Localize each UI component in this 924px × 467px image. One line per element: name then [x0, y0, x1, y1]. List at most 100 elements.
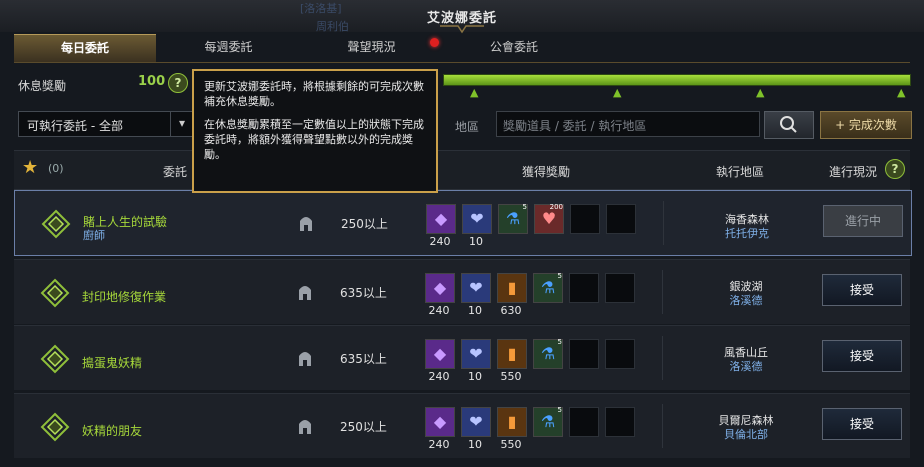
- header-location: 執行地區: [716, 165, 765, 179]
- status-help-icon[interactable]: ?: [885, 159, 905, 179]
- search-icon: [780, 116, 797, 133]
- reward-grade: 5: [557, 406, 562, 414]
- heart-item-icon: ❤: [469, 344, 483, 363]
- tab-weekly[interactable]: 每週委託: [156, 34, 301, 61]
- purple-item-icon: ◆: [434, 209, 448, 228]
- helmet-icon: [299, 352, 311, 366]
- heart-item-icon: ❤: [470, 209, 484, 228]
- item-level-requirement: 635以上: [340, 352, 387, 366]
- empty-reward-slot: [570, 204, 600, 234]
- rest-reward-label: 休息獎勵: [18, 79, 67, 93]
- quest-emblem-icon: [40, 278, 70, 308]
- favorite-star-icon[interactable]: ★: [22, 157, 38, 178]
- reward-item[interactable]: ⚗ 5: [533, 338, 563, 369]
- heart-item-icon: ❤: [469, 412, 483, 431]
- accept-button[interactable]: 接受: [822, 340, 902, 372]
- reward-count: 240: [429, 235, 451, 248]
- tab-daily[interactable]: 每日委託: [14, 34, 156, 62]
- table-header: [14, 150, 910, 190]
- reward-item[interactable]: ▮: [497, 407, 527, 437]
- search-button[interactable]: [764, 111, 814, 139]
- purple-item-icon: ◆: [433, 278, 447, 297]
- notification-dot-icon: [430, 38, 439, 47]
- reward-item[interactable]: ❤: [462, 204, 492, 234]
- search-placeholder: 獎勵道具 / 委託 / 執行地區: [503, 119, 647, 133]
- empty-reward-slot: [569, 273, 599, 303]
- heart-item-icon: ❤: [469, 278, 483, 297]
- quest-emblem-icon: [41, 209, 71, 239]
- rest-help-icon[interactable]: ?: [168, 73, 188, 93]
- location-continent[interactable]: 洛溪德: [666, 292, 826, 308]
- tooltip-text-2: 在休息獎勵累積至一定數值以上的狀態下完成委託時，將額外獲得聲望點數以外的完成獎勵…: [204, 118, 424, 161]
- table-row[interactable]: 妖精的朋友 250以上 ◆ 240 ❤ 10 ▮ 550 ⚗ 5 貝爾尼森林 貝倫北部 接受: [14, 393, 910, 458]
- table-row[interactable]: 賭上人生的試驗 廚師 250以上 ◆ 240 ❤ 10 ⚗ 5 ♥ 200 海香森林 托托伊克 進行中: [14, 190, 912, 256]
- orange-item-icon: ▮: [507, 278, 517, 297]
- helmet-icon: [299, 420, 311, 434]
- rest-reward-tooltip: 更新艾波娜委託時，將根據剩餘的可完成次數補充休息獎勵。 在休息獎勵累積至一定數值…: [192, 69, 438, 193]
- favorite-count: (0): [48, 162, 64, 175]
- location-filter-label: 地區: [455, 120, 480, 134]
- quest-name: 妖精的朋友: [82, 424, 143, 438]
- reward-count: 240: [428, 304, 450, 317]
- reward-item[interactable]: ❤: [461, 407, 491, 437]
- reward-item[interactable]: ◆: [426, 204, 456, 234]
- reward-count: 10: [469, 235, 483, 248]
- reward-count: 630: [500, 304, 522, 317]
- reward-count: 240: [428, 438, 450, 451]
- empty-reward-slot: [605, 407, 635, 437]
- quest-name: 封印地修復作業: [82, 290, 167, 304]
- reward-grade: 200: [549, 203, 563, 211]
- add-completion-count-button[interactable]: + 完成次數: [820, 111, 912, 139]
- reward-item[interactable]: ◆: [425, 339, 455, 369]
- header-reward: 獲得獎勵: [522, 165, 571, 179]
- search-input[interactable]: 獎勵道具 / 委託 / 執行地區: [496, 111, 760, 137]
- column-divider: [662, 404, 663, 448]
- reward-count: 10: [468, 304, 482, 317]
- bar-arrow-icon: ▲: [613, 86, 622, 99]
- title-ornament-icon: [440, 25, 484, 34]
- location-continent[interactable]: 貝倫北部: [666, 426, 826, 442]
- empty-reward-slot: [569, 339, 599, 369]
- rest-reward-value: 100: [138, 74, 166, 89]
- location-continent[interactable]: 托托伊克: [667, 225, 827, 241]
- reward-item[interactable]: ⚗ 5: [533, 272, 563, 303]
- helmet-icon: [299, 286, 311, 300]
- header-quest: 委託: [163, 165, 188, 179]
- reward-count: 240: [428, 370, 450, 383]
- reward-item[interactable]: ▮: [497, 339, 527, 369]
- column-divider: [662, 336, 663, 380]
- column-divider: [663, 201, 664, 245]
- quest-filter-value: 可執行委託 - 全部: [27, 119, 123, 133]
- accept-button[interactable]: 接受: [822, 408, 902, 440]
- table-row[interactable]: 搗蛋鬼妖精 635以上 ◆ 240 ❤ 10 ▮ 550 ⚗ 5 風香山丘 洛溪德 接受: [14, 325, 910, 390]
- bar-arrow-icon: ▲: [897, 86, 906, 99]
- quest-filter-select[interactable]: 可執行委託 - 全部 ▾: [18, 111, 194, 137]
- location-continent[interactable]: 洛溪德: [666, 358, 826, 374]
- quest-emblem-icon: [40, 344, 70, 374]
- in-progress-button[interactable]: 進行中: [823, 205, 903, 237]
- reward-item[interactable]: ◆: [425, 273, 455, 303]
- column-divider: [662, 270, 663, 314]
- empty-reward-slot: [605, 273, 635, 303]
- empty-reward-slot: [569, 407, 599, 437]
- reward-item[interactable]: ♥ 200: [534, 203, 564, 234]
- bar-arrow-icon: ▲: [756, 86, 765, 99]
- item-level-requirement: 250以上: [340, 420, 387, 434]
- item-level-requirement: 635以上: [340, 286, 387, 300]
- accept-button[interactable]: 接受: [822, 274, 902, 306]
- reward-item[interactable]: ◆: [425, 407, 455, 437]
- reward-grade: 5: [522, 203, 527, 211]
- reward-item[interactable]: ▮: [497, 273, 527, 303]
- table-row[interactable]: 封印地修復作業 635以上 ◆ 240 ❤ 10 ▮ 630 ⚗ 5 銀波湖 洛溪德 接受: [14, 259, 910, 324]
- tab-reputation[interactable]: 聲望現況: [301, 34, 442, 61]
- quest-category: 廚師: [83, 229, 105, 242]
- tab-guild[interactable]: 公會委託: [444, 34, 584, 61]
- quest-emblem-icon: [40, 412, 70, 442]
- reward-item[interactable]: ⚗ 5: [533, 406, 563, 437]
- chevron-down-icon[interactable]: ▾: [170, 112, 193, 136]
- reward-item[interactable]: ❤: [461, 273, 491, 303]
- bar-arrow-icon: ▲: [470, 86, 479, 99]
- reward-grade: 5: [557, 338, 562, 346]
- reward-item[interactable]: ⚗ 5: [498, 203, 528, 234]
- reward-item[interactable]: ❤: [461, 339, 491, 369]
